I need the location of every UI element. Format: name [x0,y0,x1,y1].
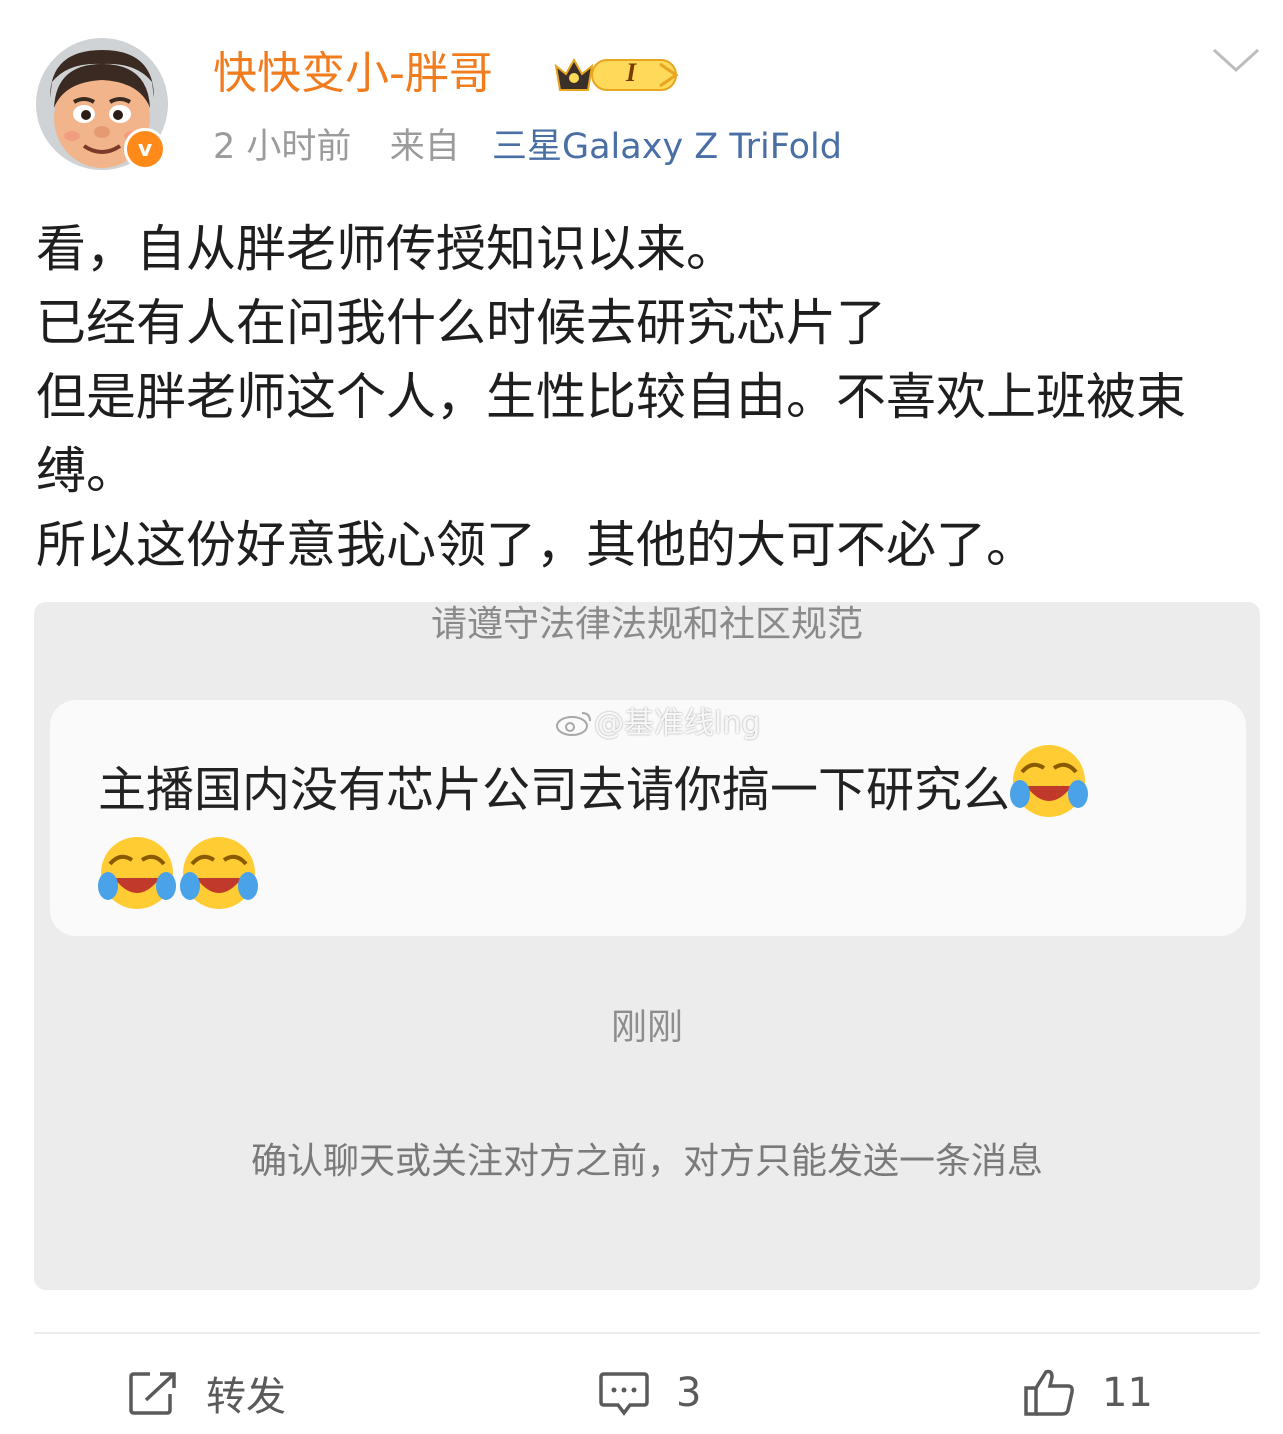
thumbs-up-icon [1024,1369,1074,1416]
post-body-line: 已经有人在问我什么时候去研究芯片了 [36,294,886,352]
comment-button[interactable]: 3 [598,1362,701,1424]
message-text: 主播国内没有芯片公司去请你搞一下研究么 [98,742,1208,926]
laughing-crying-emoji-icon [1010,742,1089,820]
watermark: @基准线lng [554,698,760,742]
watermark-text: @基准线lng [594,706,761,741]
rules-notice: 请遵守法律法规和社区规范 [430,604,863,645]
weibo-logo-icon [554,709,594,737]
message-time: 刚刚 [610,1007,683,1048]
repost-label: 转发 [206,1374,286,1420]
post-image[interactable]: 请遵守法律法规和社区规范 @基准线lng 主播国内没有芯片公司去请你搞一下研究么 [34,602,1260,1290]
post-body-line: 但是胖老师这个人，生性比较自由。不喜欢上班被束缚。 [36,368,1186,500]
crown-icon [554,57,679,91]
comments-count: 3 [676,1370,702,1416]
username[interactable]: 快快变小-胖哥 [213,44,493,104]
post-body-line: 看，自从胖老师传授知识以来。 [36,220,736,278]
laughing-crying-emoji-icon [180,834,258,912]
laughing-crying-emoji-icon [98,834,176,912]
from-label: 来自 [389,127,460,167]
divider [34,1332,1260,1334]
comment-icon [599,1372,649,1416]
chevron-down-icon[interactable] [1210,40,1262,80]
repost-icon [129,1372,176,1415]
message-content: 主播国内没有芯片公司去请你搞一下研究么 [98,762,1011,818]
chat-restriction-note: 确认聊天或关注对方之前，对方只能发送一条消息 [250,1141,1043,1182]
post-meta: 2 小时前 来自 三星Galaxy Z TriFold [213,122,842,172]
post-time: 2 小时前 [213,127,352,167]
post-body-line: 所以这份好意我心领了，其他的大可不必了。 [36,516,1036,574]
like-button[interactable]: 11 [1022,1362,1153,1424]
v-verified-icon: v [124,128,166,170]
repost-button[interactable]: 转发 [128,1362,286,1424]
likes-count: 11 [1102,1370,1153,1416]
source-device-link[interactable]: 三星Galaxy Z TriFold [492,127,842,167]
post-body: 看，自从胖老师传授知识以来。 已经有人在问我什么时候去研究芯片了 但是胖老师这个… [36,212,1251,582]
member-crown-badge[interactable]: I [552,52,684,96]
level-badge-text: I [626,58,637,87]
